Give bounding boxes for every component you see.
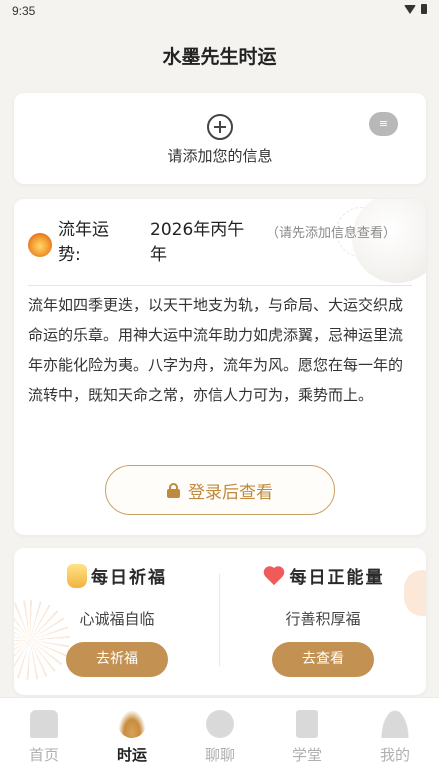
divider [28,285,412,286]
daily-energy-header: 每日正能量 [220,563,426,588]
login-button-label: 登录后查看 [188,482,273,503]
daily-blessing-header: 每日祈福 [14,563,220,588]
page-title: 水墨先生时运 [162,46,277,68]
tab-label: 我的 [379,746,410,764]
lotus-icon [118,710,146,738]
profile-list-icon[interactable]: ≡ [369,112,398,136]
status-time: 9:35 [12,4,36,18]
lock-icon [167,482,180,498]
fortune-description: 流年如四季更迭，以天干地支为轨，与命局、大运交织成命运的乐章。用神大运中流年助力… [28,296,404,404]
daily-blessing-section: 每日祈福 心诚福自临 去祈福 [14,548,220,695]
fortune-hint: （请先添加信息查看） [266,226,397,241]
lamp-icon [67,563,87,588]
tab-label: 聊聊 [204,746,235,764]
daily-blessing-title: 每日祈福 [91,568,167,588]
chat-icon [206,710,234,738]
home-icon [30,710,58,738]
add-info-card[interactable]: 请添加您的信息 ≡ [14,93,426,184]
fortune-label: 流年运势: [58,220,109,265]
user-icon [381,710,409,738]
daily-energy-section: 每日正能量 行善积厚福 去查看 [220,548,426,695]
daily-blessing-subtitle: 心诚福自临 [79,610,155,628]
fortune-year: 2026年丙午年 [150,220,245,265]
tab-home[interactable]: 首页 [0,698,88,782]
add-info-label: 请添加您的信息 [167,147,273,165]
daily-card: 每日祈福 心诚福自临 去祈福 每日正能量 行善积厚福 去查看 [14,548,426,695]
tab-label: 首页 [28,746,59,764]
tab-label: 时运 [116,746,147,764]
tab-profile[interactable]: 我的 [351,698,439,782]
login-to-view-button[interactable]: 登录后查看 [105,465,335,515]
tab-school[interactable]: 学堂 [263,698,351,782]
battery-icon [421,4,427,14]
bottom-tab-bar: 首页 时运 聊聊 学堂 我的 [0,697,439,782]
fortune-card: 流年运势: 2026年丙午年 （请先添加信息查看） 流年如四季更迭，以天干地支为… [14,199,426,535]
go-pray-button[interactable]: 去祈福 [66,642,168,677]
status-bar: 9:35 [0,0,439,24]
sun-icon [28,233,52,257]
tab-label: 学堂 [291,746,322,764]
book-icon [296,710,318,738]
add-icon[interactable] [207,114,233,140]
tab-chat[interactable]: 聊聊 [176,698,264,782]
daily-energy-subtitle: 行善积厚福 [285,610,361,628]
heart-hands-icon [262,565,286,587]
tab-fortune[interactable]: 时运 [88,698,176,782]
go-view-button[interactable]: 去查看 [272,642,374,677]
daily-energy-title: 每日正能量 [289,568,385,588]
wifi-icon [404,4,416,14]
status-icons [404,4,427,14]
